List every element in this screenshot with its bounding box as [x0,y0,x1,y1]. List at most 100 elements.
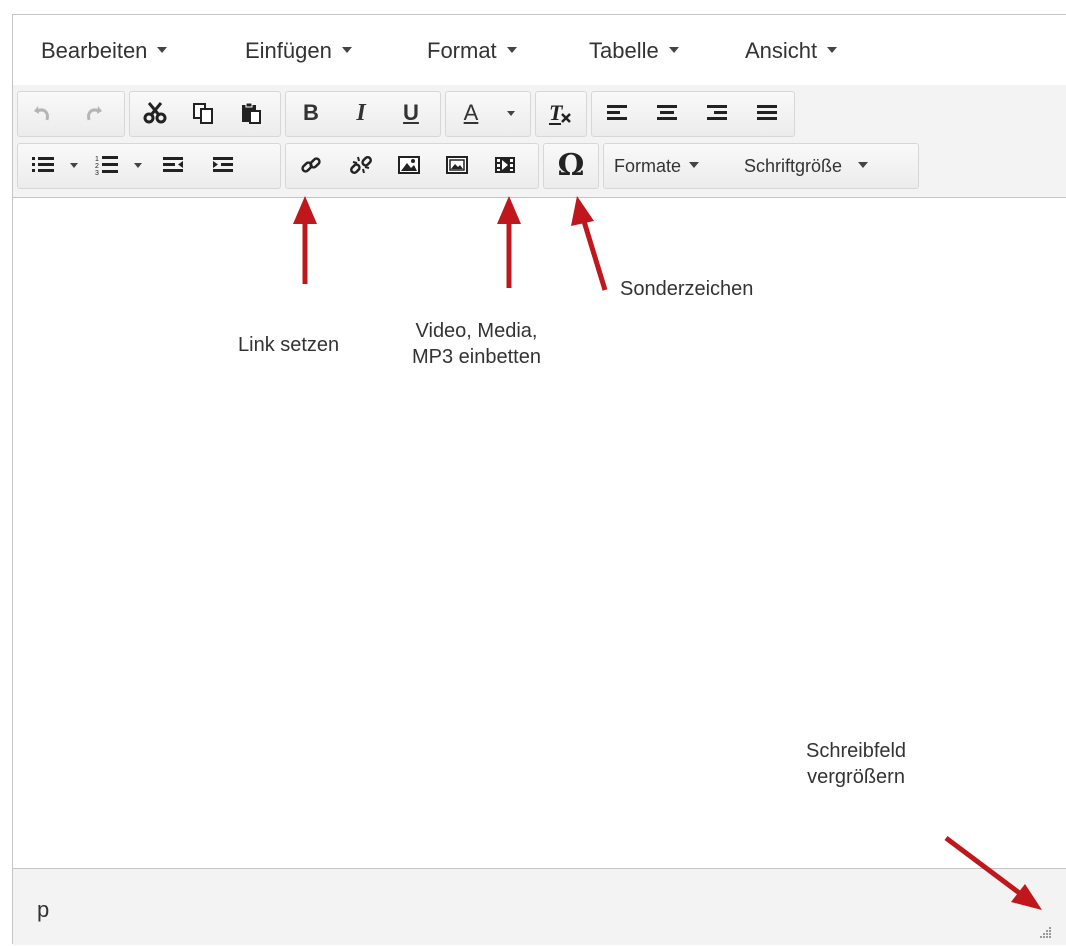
menu-ansicht[interactable]: Ansicht [745,35,838,67]
image-gallery-button[interactable] [438,146,476,184]
bold-button[interactable]: B [292,94,330,132]
format-dropdowns-group: Formate Schriftgröße [603,143,919,189]
image-icon [398,156,420,174]
paste-button[interactable] [232,94,270,132]
bold-icon: B [303,100,319,125]
italic-button[interactable]: I [342,94,380,132]
annotation-resize-line2: vergrößern [807,766,905,788]
unlink-button[interactable] [342,146,380,184]
caret-down-icon [157,47,168,54]
alignment-group [591,91,795,137]
media-icon [495,157,515,173]
resize-grip-icon [1040,927,1051,938]
link-icon [301,157,321,173]
paste-icon [242,102,261,124]
italic-icon: I [356,99,366,126]
annotation-resize: Schreibfeld vergrößern [806,738,906,790]
caret-down-icon [506,47,517,54]
formats-dropdown[interactable]: Formate [614,144,700,188]
text-color-dropdown[interactable] [496,94,526,132]
caret-down-icon [134,162,142,168]
align-center-button[interactable] [648,94,686,132]
caret-down-icon [668,47,679,54]
statusbar: p [13,868,1066,945]
caret-down-icon [689,162,700,169]
outdent-icon [163,157,183,172]
redo-button[interactable] [74,94,112,132]
caret-down-icon [507,110,515,116]
annotation-media: Video, Media, MP3 einbetten [412,318,541,370]
annotation-resize-line1: Schreibfeld [806,740,907,762]
element-path[interactable]: p [37,897,49,923]
annotation-media-line1: Video, Media, [415,320,538,342]
caret-down-icon [858,162,869,169]
menubar: Bearbeiten Einfügen Format Tabelle Ansic… [13,15,1066,86]
annotation-link: Link setzen [238,332,339,358]
menu-format-label: Format [427,38,497,63]
caret-down-icon [341,47,352,54]
underline-icon: U [403,100,419,125]
menu-format[interactable]: Format [427,35,517,67]
font-size-dropdown-label: Schriftgröße [744,156,843,176]
bullet-list-dropdown[interactable] [62,146,86,184]
bullet-list-icon [32,157,54,172]
text-color-icon: A [463,100,479,125]
copy-icon [193,103,213,124]
align-center-icon [657,105,677,120]
remove-format-icon: T [549,100,571,125]
history-group [17,91,125,137]
menu-einfuegen[interactable]: Einfügen [245,35,352,67]
align-justify-button[interactable] [748,94,786,132]
special-char-group: Ω [543,143,599,189]
special-char-button[interactable]: Ω [552,146,590,184]
numbered-list-icon: 1 2 3 [95,156,118,176]
text-color-group: A [445,91,531,137]
indent-button[interactable] [204,146,242,184]
font-size-dropdown[interactable]: Schriftgröße [744,144,869,188]
list-group: 1 2 3 [17,143,281,189]
caret-down-icon [70,162,78,168]
menu-ansicht-label: Ansicht [745,38,818,63]
numbered-list-dropdown[interactable] [126,146,150,184]
redo-icon [87,106,102,121]
annotation-media-line2: MP3 einbetten [412,346,541,368]
bullet-list-button[interactable] [24,146,62,184]
align-right-icon [707,105,727,120]
formats-dropdown-label: Formate [614,156,682,176]
image-button[interactable] [390,146,428,184]
svg-text:2: 2 [95,163,99,170]
svg-text:3: 3 [95,170,99,176]
text-color-button[interactable]: A [452,94,490,132]
undo-button[interactable] [24,94,62,132]
align-left-button[interactable] [598,94,636,132]
copy-button[interactable] [184,94,222,132]
remove-format-button[interactable]: T [542,94,580,132]
toolbar: B I U A T 1 2 3 Ω Formate Schriftgröße [13,85,1066,198]
annotation-special-text: Sonderzeichen [620,278,754,300]
editor-content-area[interactable] [13,198,1066,868]
underline-button[interactable]: U [392,94,430,132]
insert-group [285,143,539,189]
link-button[interactable] [292,146,330,184]
caret-down-icon [827,47,838,54]
menu-tabelle[interactable]: Tabelle [589,35,679,67]
menu-einfuegen-label: Einfügen [245,38,332,63]
outdent-button[interactable] [154,146,192,184]
align-justify-icon [757,105,777,120]
unlink-icon [350,156,372,174]
clipboard-group [129,91,281,137]
media-button[interactable] [486,146,524,184]
align-right-button[interactable] [698,94,736,132]
cut-icon [143,102,167,124]
annotation-special: Sonderzeichen [620,276,753,302]
menu-bearbeiten-label: Bearbeiten [41,38,148,63]
menu-bearbeiten[interactable]: Bearbeiten [41,35,168,67]
cut-button[interactable] [136,94,174,132]
svg-text:1: 1 [95,156,99,163]
annotation-link-text: Link setzen [238,334,340,356]
menu-tabelle-label: Tabelle [589,38,659,63]
special-char-icon: Ω [557,147,585,183]
clear-format-group: T [535,91,587,137]
numbered-list-button[interactable]: 1 2 3 [88,146,126,184]
image-gallery-icon [446,156,468,174]
